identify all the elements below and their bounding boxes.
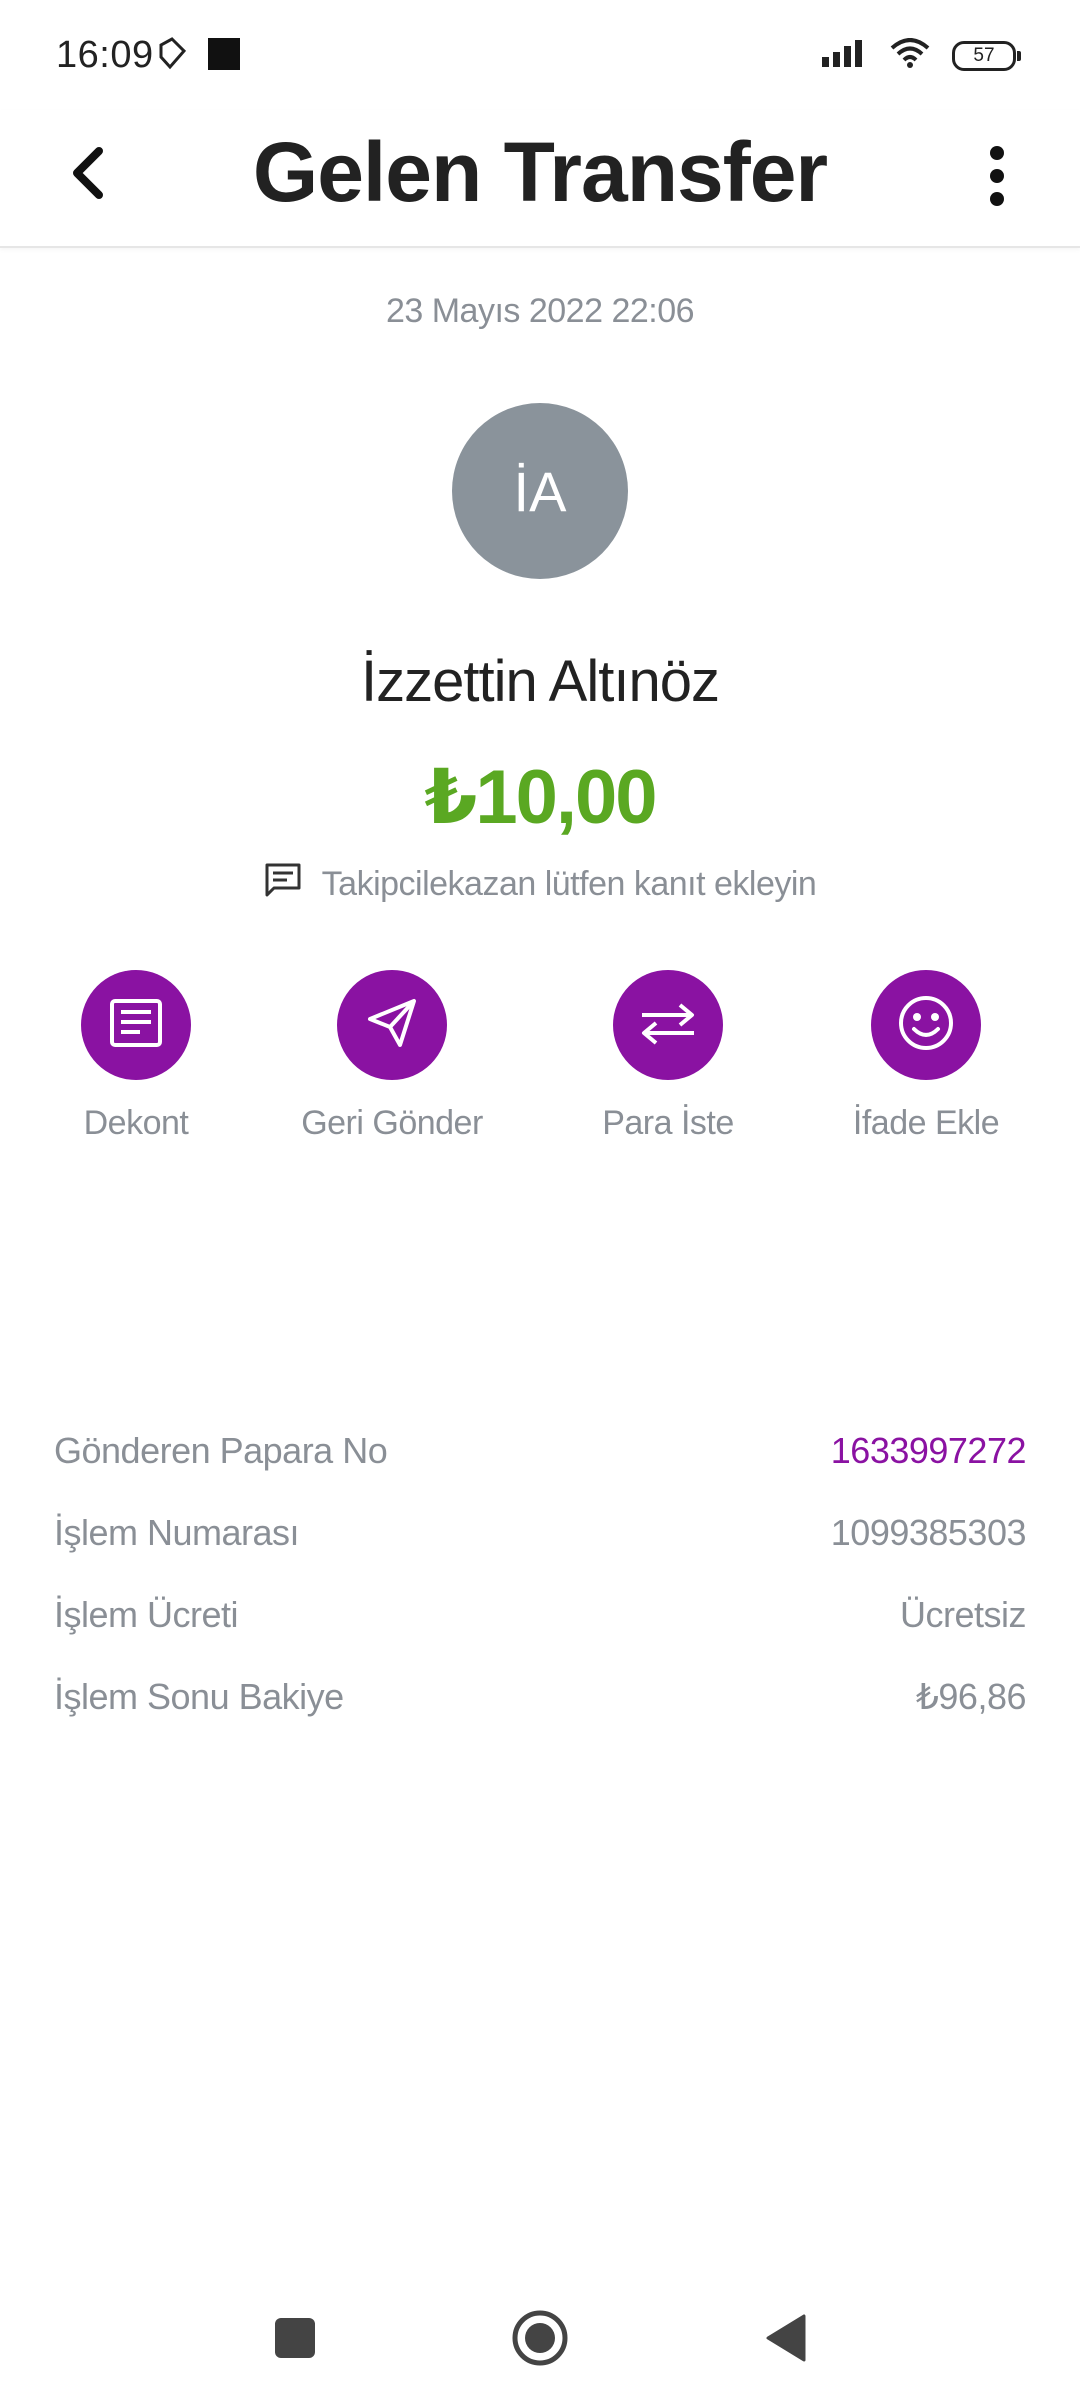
home-circle-icon [510,2308,570,2373]
system-back-button[interactable] [746,2300,826,2380]
send-back-label: Geri Gönder [301,1104,483,1142]
signal-icon [822,39,868,72]
request-money-button[interactable]: Para İste [538,970,798,1143]
status-right-icons: 57 [822,38,1021,73]
sender-name: İzzettin Altınöz [361,649,720,714]
detail-value-balance: ₺96,86 [916,1676,1027,1717]
avatar-initials: İA [513,459,567,523]
send-icon [364,995,420,1056]
home-button[interactable] [500,2300,580,2380]
receipt-button[interactable]: Dekont [6,970,266,1143]
transaction-date: 23 Mayıs 2022 22:06 [385,292,695,330]
battery-icon: 57 [952,40,1021,71]
status-bar: 16:09 57 [0,0,1080,110]
system-nav-bar [0,2290,1080,2380]
detail-label: İşlem Ücreti [54,1594,239,1635]
add-reaction-label: İfade Ekle [852,1104,1000,1142]
page-title: Gelen Transfer [252,125,828,219]
status-left-icons [158,36,242,77]
action-bar: Dekont Geri Gönder Para İste İfade Ekle [0,970,1080,1150]
tag-icon [158,36,188,77]
receipt-icon [108,997,164,1054]
detail-label: İşlem Numarası [54,1512,300,1553]
detail-label: İşlem Sonu Bakiye [54,1676,344,1717]
comment-icon [264,862,302,907]
smiley-icon [896,993,956,1058]
smiley-icon-circle[interactable] [871,970,981,1080]
wifi-icon [890,38,930,73]
transaction-details: Gönderen Papara No 1633997272 İşlem Numa… [54,1430,1027,1758]
add-reaction-button[interactable]: İfade Ekle [796,970,1056,1143]
avatar: İA [452,403,628,579]
square-notification-icon [206,36,242,77]
detail-row-transaction-no: İşlem Numarası 1099385303 [54,1512,1027,1594]
receipt-label: Dekont [83,1104,189,1142]
detail-row-fee: İşlem Ücreti Ücretsiz [54,1594,1027,1676]
receipt-icon-circle[interactable] [81,970,191,1080]
more-options-button[interactable] [962,138,1032,218]
detail-value-fee: Ücretsiz [899,1594,1027,1635]
detail-value-transaction-no: 1099385303 [830,1512,1027,1553]
transfer-amount: ₺10,00 [424,755,657,840]
send-icon-circle[interactable] [337,970,447,1080]
request-money-label: Para İste [602,1104,734,1142]
swap-icon-circle[interactable] [613,970,723,1080]
swap-arrows-icon [638,999,698,1052]
detail-label: Gönderen Papara No [54,1430,388,1471]
app-bar: Gelen Transfer [0,110,1080,248]
screen: 16:09 57 Gelen Transfer 23 Mayıs 2022 22… [0,0,1080,2400]
triangle-back-icon [764,2313,808,2368]
square-icon [273,2316,317,2365]
transfer-note: Takipcilekazan lütfen kanıt ekleyin [0,862,1080,907]
status-time: 16:09 [56,34,154,76]
recents-button[interactable] [255,2300,335,2380]
detail-row-balance: İşlem Sonu Bakiye ₺96,86 [54,1676,1027,1758]
battery-level: 57 [973,44,995,66]
detail-value-sender-no[interactable]: 1633997272 [831,1430,1027,1472]
more-vertical-icon [987,145,1007,212]
detail-row-sender-no: Gönderen Papara No 1633997272 [54,1430,1027,1512]
note-text: Takipcilekazan lütfen kanıt ekleyin [321,865,817,903]
send-back-button[interactable]: Geri Gönder [262,970,522,1143]
